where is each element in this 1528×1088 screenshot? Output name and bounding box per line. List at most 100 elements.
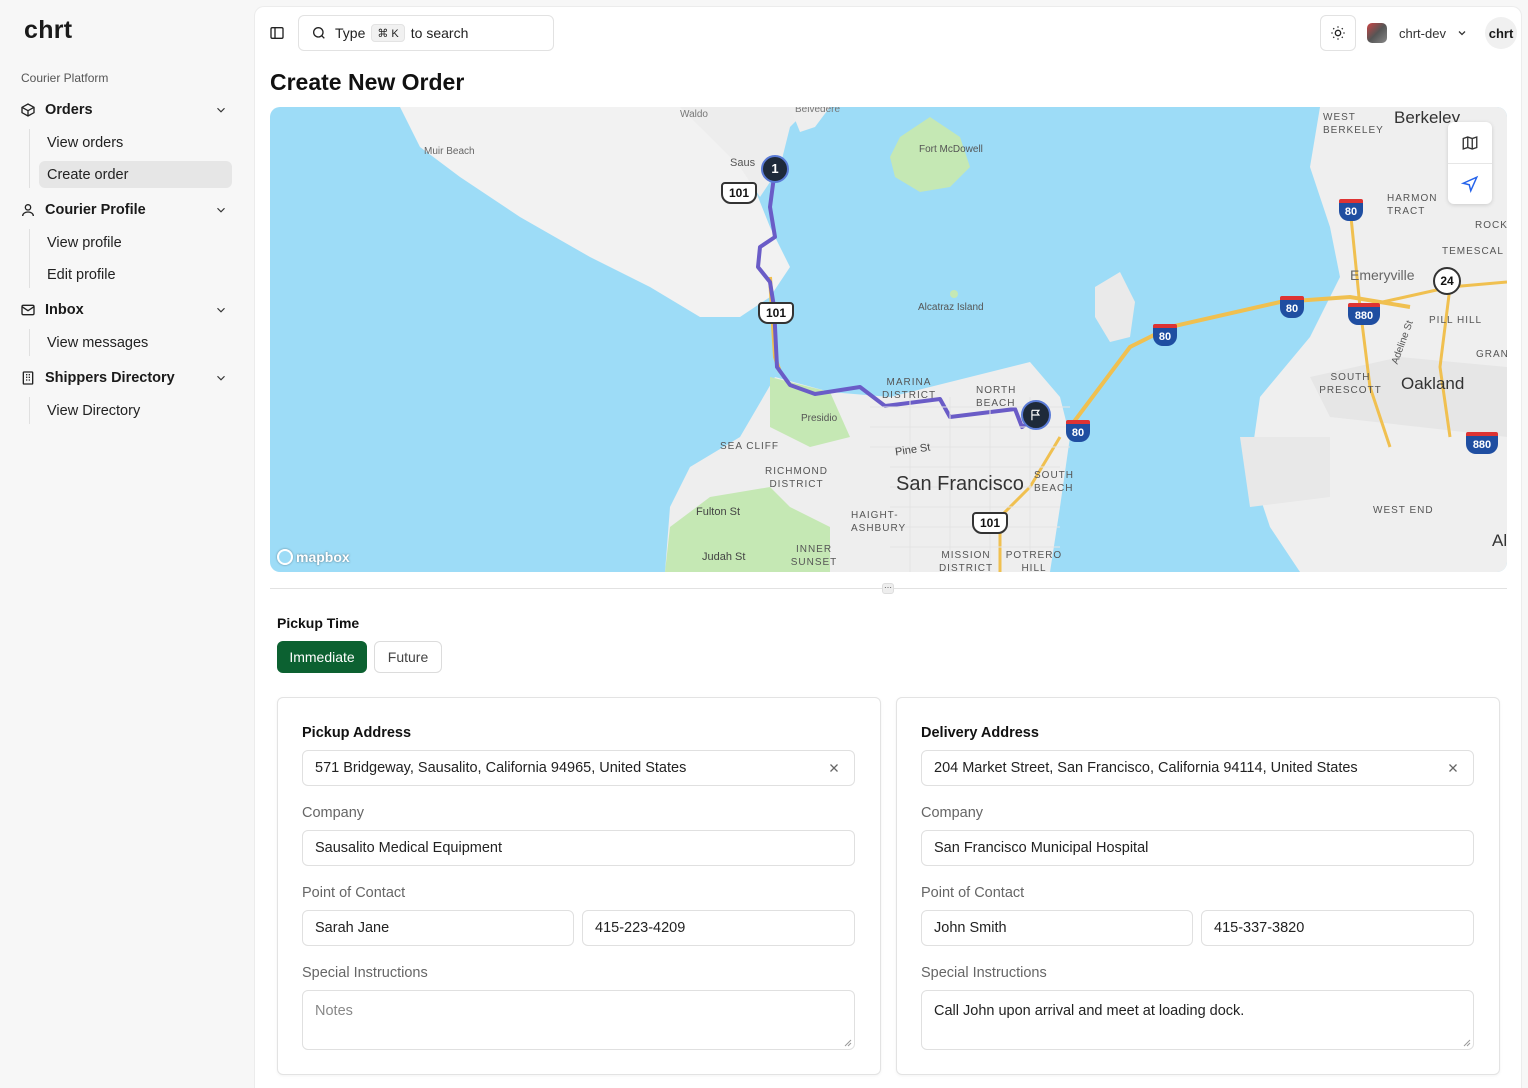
map-label: NORTH BEACH — [976, 385, 1017, 409]
pickup-poc-label: Point of Contact — [302, 885, 406, 901]
nav-group-shippers-directory: Shippers Directory View Directory — [20, 366, 232, 424]
map-label: ROCK — [1475, 220, 1507, 231]
pickup-instructions-textarea[interactable]: Notes — [302, 990, 855, 1050]
pickup-address-input[interactable]: 571 Bridgeway, Sausalito, California 949… — [302, 750, 855, 786]
delivery-poc-label: Point of Contact — [921, 885, 1025, 901]
pickup-instructions-label: Special Instructions — [302, 965, 428, 981]
map-label: TEMESCAL — [1442, 246, 1504, 257]
highway-shield: 101 — [721, 182, 757, 204]
chevron-down-icon[interactable] — [214, 371, 228, 385]
map-label: Presidio — [801, 413, 838, 424]
nav-head-label: Courier Profile — [45, 202, 146, 218]
route-map[interactable]: Waldo Belvedere Muir Beach Fort McDowell… — [270, 107, 1507, 572]
nav-head-courier-profile[interactable]: Courier Profile — [20, 198, 232, 222]
map-label: INNER SUNSET — [790, 544, 838, 568]
sun-icon — [1331, 26, 1345, 40]
map-label: POTRERO HILL — [1005, 550, 1063, 572]
nav-item-create-order[interactable]: Create order — [39, 161, 232, 188]
delivery-contact-phone-input[interactable]: 415-337-3820 — [1201, 910, 1474, 946]
nav-sub-shippers-directory: View Directory — [29, 397, 232, 424]
pickup-address-value: 571 Bridgeway, Sausalito, California 949… — [315, 760, 687, 776]
mail-icon — [21, 304, 35, 316]
delivery-company-input[interactable]: San Francisco Municipal Hospital — [921, 830, 1474, 866]
immediate-button[interactable]: Immediate — [277, 641, 367, 673]
mapbox-attribution[interactable]: mapbox — [277, 549, 350, 565]
map-canvas — [400, 107, 1507, 572]
map-label: Belvedere — [795, 107, 841, 115]
pickup-card: Pickup Address 571 Bridgeway, Sausalito,… — [277, 697, 881, 1075]
delivery-heading: Delivery Address — [921, 725, 1039, 741]
nav-head-orders[interactable]: Orders — [20, 98, 232, 122]
delivery-company-value: San Francisco Municipal Hospital — [934, 840, 1149, 856]
nav-head-inbox[interactable]: Inbox — [20, 298, 232, 322]
user-menu[interactable]: chrt-dev — [1367, 21, 1468, 45]
map-label: Alcatraz Island — [918, 302, 984, 313]
pickup-contact-phone-input[interactable]: 415-223-4209 — [582, 910, 855, 946]
clear-icon[interactable] — [1447, 762, 1459, 774]
delivery-instructions-value: Call John upon arrival and meet at loadi… — [934, 1003, 1245, 1019]
resize-grip-icon[interactable] — [844, 1039, 852, 1047]
locate-button[interactable] — [1448, 163, 1492, 204]
app-logo[interactable]: chrt — [24, 16, 72, 45]
map-label: SOUTH BEACH — [1034, 470, 1074, 494]
pickup-contact-name-input[interactable]: Sarah Jane — [302, 910, 574, 946]
user-icon — [22, 204, 34, 217]
nav-item-view-messages[interactable]: View messages — [39, 329, 232, 356]
map-label: MARINA DISTRICT — [881, 377, 937, 401]
pickup-heading: Pickup Address — [302, 725, 412, 741]
nav-head-label: Orders — [45, 102, 93, 118]
chevron-down-icon[interactable] — [214, 103, 228, 117]
interstate-shield: 880 — [1348, 303, 1380, 325]
map-label: HAIGHT-ASHBURY — [851, 510, 907, 534]
delivery-address-input[interactable]: 204 Market Street, San Francisco, Califo… — [921, 750, 1474, 786]
map-label: Muir Beach — [424, 146, 475, 157]
nav-sub-inbox: View messages — [29, 329, 232, 356]
search-shortcut-kbd: ⌘ K — [371, 24, 405, 42]
delivery-instructions-textarea[interactable]: Call John upon arrival and meet at loadi… — [921, 990, 1474, 1050]
sidebar-toggle-button[interactable] — [265, 21, 289, 45]
pickup-marker[interactable]: 1 — [761, 155, 789, 183]
resize-grip-icon[interactable] — [1463, 1039, 1471, 1047]
delivery-company-label: Company — [921, 805, 984, 821]
map-label: WEST END — [1373, 505, 1434, 516]
map-label: SEA CLIFF — [720, 441, 780, 452]
map-style-button[interactable] — [1448, 122, 1492, 163]
delivery-contact-name-input[interactable]: John Smith — [921, 910, 1193, 946]
nav-sub-courier-profile: View profile Edit profile — [29, 229, 232, 288]
nav-group-inbox: Inbox View messages — [20, 298, 232, 356]
org-avatar[interactable]: chrt — [1485, 17, 1517, 49]
theme-toggle-button[interactable] — [1320, 15, 1356, 51]
resize-handle-icon[interactable]: ⋯ — [882, 583, 894, 594]
map-label: WEST BERKELEY — [1323, 112, 1384, 136]
sidebar: chrt Courier Platform Orders View orders… — [0, 0, 252, 1088]
chevron-down-icon[interactable] — [214, 203, 228, 217]
mapbox-logo-text: mapbox — [296, 549, 350, 565]
nav-head-label: Shippers Directory — [45, 370, 175, 386]
nav-item-edit-profile[interactable]: Edit profile — [39, 261, 232, 288]
map-label: PILL HILL — [1429, 315, 1483, 326]
map-controls — [1448, 122, 1492, 204]
delivery-address-value: 204 Market Street, San Francisco, Califo… — [934, 760, 1358, 776]
search-bar[interactable]: Type ⌘ K to search — [298, 15, 554, 51]
pickup-company-label: Company — [302, 805, 365, 821]
future-button[interactable]: Future — [374, 641, 442, 673]
map-label: Saus — [730, 157, 756, 169]
nav-item-view-profile[interactable]: View profile — [39, 229, 232, 256]
clear-icon[interactable] — [828, 762, 840, 774]
delivery-marker[interactable] — [1021, 400, 1051, 430]
map-label: HARMON TRACT — [1387, 193, 1438, 217]
nav-head-shippers-directory[interactable]: Shippers Directory — [20, 366, 232, 390]
highway-shield: 101 — [972, 512, 1008, 534]
page-title: Create New Order — [270, 69, 465, 95]
nav-item-view-orders[interactable]: View orders — [39, 129, 232, 156]
user-avatar — [1367, 23, 1387, 43]
chevron-down-icon[interactable] — [214, 303, 228, 317]
pickup-company-input[interactable]: Sausalito Medical Equipment — [302, 830, 855, 866]
nav-item-view-directory[interactable]: View Directory — [39, 397, 232, 424]
map-label: MISSION DISTRICT — [938, 550, 994, 572]
map-icon — [1462, 135, 1478, 150]
username: chrt-dev — [1399, 25, 1446, 41]
map-label: SOUTH PRESCOTT — [1319, 372, 1382, 396]
nav-group-orders: Orders View orders Create order — [20, 98, 232, 188]
pickup-contact-phone-value: 415-223-4209 — [595, 920, 686, 936]
